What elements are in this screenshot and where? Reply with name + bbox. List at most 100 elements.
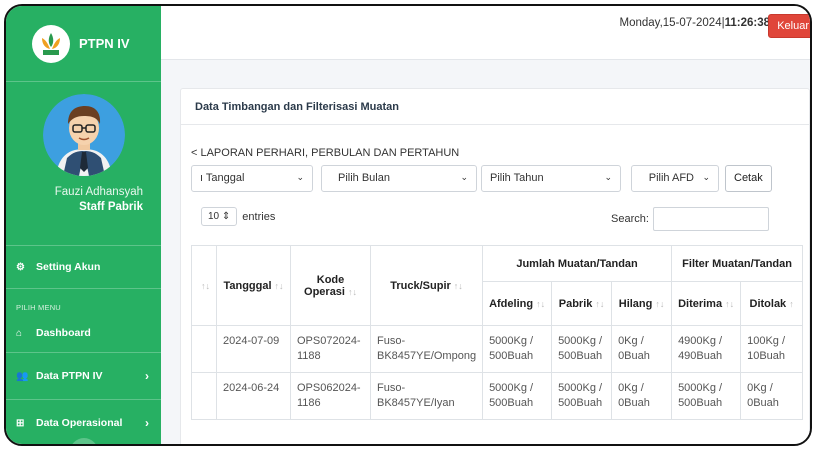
- column-label: Ditolak: [749, 297, 787, 310]
- table-cell: OPS072024-1188: [290, 325, 371, 373]
- sidebar-item-data-ptpn[interactable]: 👥 Data PTPN IV ›: [6, 361, 161, 391]
- table-cell: 100Kg / 10Buah: [740, 325, 804, 373]
- chevron-down-icon: ⌄: [604, 172, 612, 182]
- entries-value: 10: [208, 211, 220, 222]
- brand[interactable]: PTPN IV: [6, 6, 161, 82]
- logout-button[interactable]: Keluar: [768, 14, 810, 38]
- column-label: Hilang: [618, 297, 653, 310]
- group-header-jumlah: Jumlah Muatan/Tandan: [482, 245, 673, 282]
- user-name: Fauzi Adhansyah: [54, 186, 143, 198]
- bulan-value: Pilih Bulan: [338, 172, 390, 184]
- filter-bar: ı Tanggal ⌄ Pilih Bulan ⌄ Pilih Tahun ⌄ …: [181, 165, 809, 195]
- sort-icon: ↑↓: [201, 280, 210, 291]
- table-cell: Fuso-BK8457YE/Ompong: [369, 325, 484, 373]
- sidebar-item-dashboard[interactable]: ⌂ Dashboard: [6, 318, 161, 348]
- table-cell: 5000Kg / 500Buah: [482, 372, 553, 420]
- topbar: Monday,15-07-2024|11:26:38 Keluar: [161, 6, 810, 60]
- sidebar-toggle-button[interactable]: [70, 438, 98, 444]
- users-icon: 👥: [16, 370, 29, 382]
- divider: [6, 352, 161, 353]
- column-header-afdeling[interactable]: Afdeling ↑↓: [482, 281, 553, 326]
- column-header-diterima[interactable]: Diterima ↑↓: [671, 281, 742, 326]
- search-label: Search:: [611, 213, 649, 225]
- menu-header: PILIH MENU: [16, 303, 61, 312]
- column-header-sort-hidden[interactable]: ↑↓: [191, 245, 217, 326]
- column-label: Truck/Supir: [390, 279, 451, 292]
- sort-icon: ↑↓: [536, 298, 546, 309]
- column-header-hilang[interactable]: Hilang ↑↓: [611, 281, 673, 326]
- sidebar: PTPN IV Fauzi Adhansyah Staff Pabrik ⚙ S…: [6, 6, 161, 444]
- home-icon: ⌂: [16, 327, 23, 339]
- column-header-truck[interactable]: Truck/Supir ↑↓: [369, 245, 484, 326]
- sidebar-item-label: Data PTPN IV: [36, 370, 103, 382]
- sort-icon: ↑↓: [453, 280, 463, 291]
- user-panel: Fauzi Adhansyah Staff Pabrik: [6, 82, 161, 246]
- sidebar-item-data-operasional[interactable]: ⊞ Data Operasional ›: [6, 408, 161, 438]
- setting-akun-link[interactable]: ⚙ Setting Akun: [6, 252, 161, 282]
- table-cell: Fuso-BK8457YE/Iyan: [369, 372, 484, 420]
- column-label: Diterima: [678, 297, 723, 310]
- table-row: 2024-07-09 OPS072024-1188 Fuso-BK8457YE/…: [191, 325, 804, 373]
- search-control: Search:: [611, 207, 769, 231]
- column-label: Tangggal: [223, 279, 272, 292]
- setting-akun-label: Setting Akun: [36, 261, 101, 273]
- ptpn-logo-icon: [32, 24, 70, 63]
- afd-select[interactable]: Pilih AFD ⌄: [631, 165, 719, 192]
- table-cell: [191, 372, 217, 420]
- column-label: Kode Operasi: [304, 273, 345, 298]
- sort-icon: ↑↓: [347, 286, 357, 297]
- column-label: Pabrik: [558, 297, 593, 310]
- entries-control: 10 ⇕ entries: [201, 207, 275, 226]
- date-text: Monday,15-07-2024|: [619, 17, 725, 29]
- table-cell: [191, 325, 217, 373]
- tanggal-select[interactable]: ı Tanggal ⌄: [191, 165, 313, 192]
- table-cell: 4900Kg / 490Buah: [671, 325, 742, 373]
- table-cell: 5000Kg / 500Buah: [551, 372, 613, 420]
- bulan-select[interactable]: Pilih Bulan ⌄: [321, 165, 477, 192]
- time-text: 11:26:38: [724, 17, 770, 29]
- chevron-down-icon: ⌄: [702, 172, 710, 182]
- card-title: Data Timbangan dan Filterisasi Muatan: [181, 89, 809, 125]
- datetime-display: Monday,15-07-2024|11:26:38: [620, 17, 770, 29]
- group-header-filter: Filter Muatan/Tandan: [671, 245, 804, 282]
- data-card: Data Timbangan dan Filterisasi Muatan < …: [180, 88, 810, 444]
- tahun-value: Pilih Tahun: [490, 172, 544, 184]
- data-table: ↑↓ Tangggal ↑↓ Kode Operasi ↑↓ Truck/Supir…: [191, 245, 804, 420]
- entries-label: entries: [242, 210, 276, 223]
- table-row: 2024-06-24 OPS062024-1186 Fuso-BK8457YE/…: [191, 372, 804, 420]
- app-window: PTPN IV Fauzi Adhansyah Staff Pabrik ⚙ S…: [4, 4, 812, 446]
- chevron-right-icon: ›: [145, 369, 149, 383]
- table-cell: 0Kg / 0Buah: [740, 372, 804, 420]
- sitemap-icon: ⊞: [16, 417, 25, 429]
- chevron-down-icon: ⌄: [296, 172, 304, 182]
- brand-name: PTPN IV: [79, 36, 130, 51]
- afd-value: Pilih AFD: [648, 172, 694, 184]
- table-cell: 0Kg / 0Buah: [611, 372, 673, 420]
- user-role: Staff Pabrik: [79, 201, 143, 213]
- column-header-tanggal[interactable]: Tangggal ↑↓: [216, 245, 291, 326]
- sidebar-item-label: Data Operasional: [36, 417, 123, 429]
- column-header-kode[interactable]: Kode Operasi ↑↓: [290, 245, 371, 326]
- entries-select[interactable]: 10 ⇕: [201, 207, 238, 226]
- search-input[interactable]: [652, 207, 769, 231]
- user-avatar: [42, 94, 125, 176]
- sort-icon: ↑: [789, 298, 794, 309]
- tahun-select[interactable]: Pilih Tahun ⌄: [481, 165, 621, 192]
- column-header-pabrik[interactable]: Pabrik ↑↓: [551, 281, 613, 326]
- table-cell: OPS062024-1186: [290, 372, 371, 420]
- column-label: Afdeling: [489, 297, 534, 310]
- sort-icon: ↑↓: [655, 298, 665, 309]
- gear-icon: ⚙: [16, 261, 25, 273]
- cetak-button[interactable]: Cetak: [725, 165, 772, 192]
- sort-icon: ↑↓: [595, 298, 605, 309]
- table-cell: 2024-07-09: [216, 325, 291, 373]
- column-header-ditolak[interactable]: Ditolak ↑: [740, 281, 804, 326]
- sort-icon: ↑↓: [725, 298, 735, 309]
- table-cell: 5000Kg / 500Buah: [551, 325, 613, 373]
- sidebar-item-label: Dashboard: [36, 327, 91, 339]
- table-cell: 5000Kg / 500Buah: [671, 372, 742, 420]
- divider: [6, 399, 161, 400]
- table-cell: 2024-06-24: [216, 372, 291, 420]
- chevron-right-icon: ›: [145, 416, 149, 430]
- chevron-down-icon: ⌄: [460, 172, 468, 182]
